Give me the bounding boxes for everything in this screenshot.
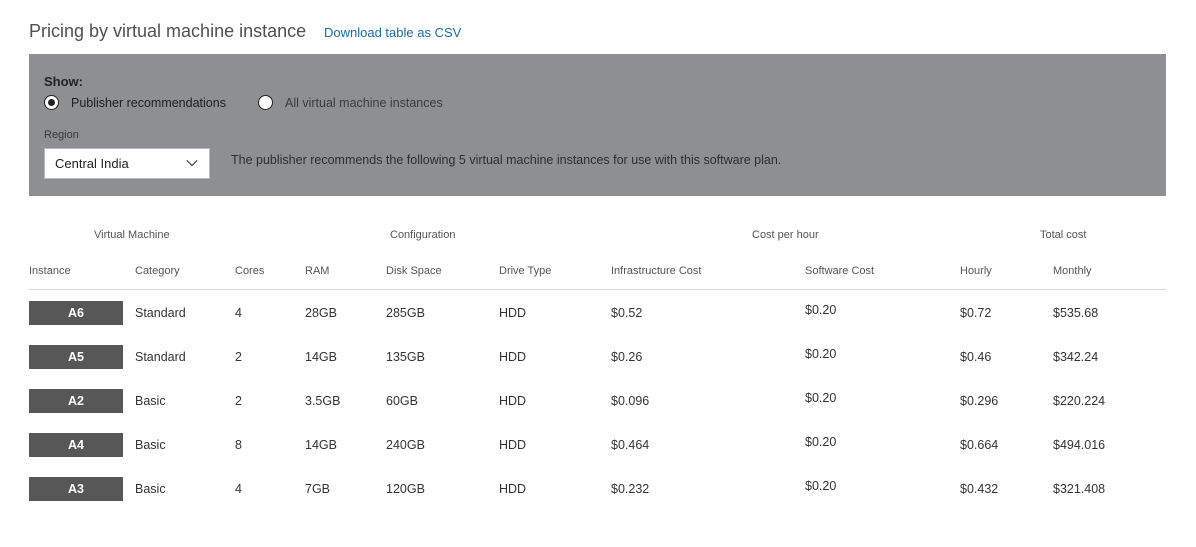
table-row: A3 Basic 4 7GB 120GB HDD $0.232 $0.20 $0… [0, 477, 1196, 501]
chevron-down-icon [186, 160, 198, 167]
table-row: A4 Basic 8 14GB 240GB HDD $0.464 $0.20 $… [0, 433, 1196, 457]
show-label: Show: [44, 74, 83, 89]
column-header-monthly: Monthly [1053, 265, 1092, 277]
software-cost-cell: $0.20 [805, 435, 837, 449]
disk-space-cell: 240GB [386, 438, 425, 452]
drive-type-cell: HDD [499, 438, 527, 452]
software-cost-cell: $0.20 [805, 347, 837, 361]
hourly-cost-cell: $0.296 [960, 394, 999, 408]
recommendation-text: The publisher recommends the following 5… [231, 153, 782, 167]
group-header-total-cost: Total cost [1040, 229, 1087, 241]
disk-space-cell: 135GB [386, 350, 425, 364]
monthly-cost-cell: $321.408 [1053, 482, 1106, 496]
infrastructure-cost-cell: $0.52 [611, 306, 643, 320]
monthly-cost-cell: $494.016 [1053, 438, 1106, 452]
ram-cell: 14GB [305, 438, 337, 452]
drive-type-cell: HDD [499, 482, 527, 496]
ram-cell: 28GB [305, 306, 337, 320]
category-cell: Basic [135, 482, 166, 496]
disk-space-cell: 120GB [386, 482, 425, 496]
hourly-cost-cell: $0.664 [960, 438, 999, 452]
cores-cell: 2 [235, 394, 242, 408]
monthly-cost-cell: $535.68 [1053, 306, 1099, 320]
cores-cell: 2 [235, 350, 242, 364]
monthly-cost-cell: $220.224 [1053, 394, 1106, 408]
drive-type-cell: HDD [499, 394, 527, 408]
group-header-virtual-machine: Virtual Machine [94, 229, 170, 241]
cores-cell: 4 [235, 482, 242, 496]
table-row: A2 Basic 2 3.5GB 60GB HDD $0.096 $0.20 $… [0, 389, 1196, 413]
region-label: Region [44, 129, 79, 141]
region-select[interactable]: Central India [44, 148, 210, 179]
column-header-hourly: Hourly [960, 265, 992, 277]
column-header-infrastructure-cost: Infrastructure Cost [611, 265, 702, 277]
instance-badge[interactable]: A6 [29, 301, 123, 325]
hourly-cost-cell: $0.46 [960, 350, 992, 364]
software-cost-cell: $0.20 [805, 391, 837, 405]
filter-panel: Show: Publisher recommendations All virt… [29, 54, 1166, 196]
radio-label: Publisher recommendations [71, 95, 226, 110]
column-header-software-cost: Software Cost [805, 265, 875, 277]
disk-space-cell: 285GB [386, 306, 425, 320]
drive-type-cell: HDD [499, 306, 527, 320]
category-cell: Basic [135, 438, 166, 452]
column-header-drive-type: Drive Type [499, 265, 552, 277]
group-header-cost-per-hour: Cost per hour [752, 229, 819, 241]
instance-badge[interactable]: A3 [29, 477, 123, 501]
monthly-cost-cell: $342.24 [1053, 350, 1099, 364]
header-divider [29, 289, 1166, 290]
radio-publisher-recommendations[interactable]: Publisher recommendations [44, 95, 226, 110]
cores-cell: 4 [235, 306, 242, 320]
instance-badge[interactable]: A5 [29, 345, 123, 369]
instance-badge[interactable]: A2 [29, 389, 123, 413]
radio-all-instances[interactable]: All virtual machine instances [258, 95, 443, 110]
instance-badge[interactable]: A4 [29, 433, 123, 457]
group-header-configuration: Configuration [390, 229, 456, 241]
software-cost-cell: $0.20 [805, 303, 837, 317]
hourly-cost-cell: $0.432 [960, 482, 999, 496]
software-cost-cell: $0.20 [805, 479, 837, 493]
cores-cell: 8 [235, 438, 242, 452]
ram-cell: 14GB [305, 350, 337, 364]
hourly-cost-cell: $0.72 [960, 306, 992, 320]
disk-space-cell: 60GB [386, 394, 418, 408]
download-csv-link[interactable]: Download table as CSV [324, 25, 461, 40]
infrastructure-cost-cell: $0.232 [611, 482, 650, 496]
drive-type-cell: HDD [499, 350, 527, 364]
infrastructure-cost-cell: $0.464 [611, 438, 650, 452]
category-cell: Standard [135, 306, 186, 320]
column-header-cores: Cores [235, 265, 265, 277]
radio-checked-icon[interactable] [44, 95, 59, 110]
column-header-disk-space: Disk Space [386, 265, 442, 277]
radio-unchecked-icon[interactable] [258, 95, 273, 110]
column-header-instance: Instance [29, 265, 71, 277]
category-cell: Standard [135, 350, 186, 364]
ram-cell: 3.5GB [305, 394, 341, 408]
table-row: A5 Standard 2 14GB 135GB HDD $0.26 $0.20… [0, 345, 1196, 369]
radio-label: All virtual machine instances [285, 95, 443, 110]
table-row: A6 Standard 4 28GB 285GB HDD $0.52 $0.20… [0, 301, 1196, 325]
category-cell: Basic [135, 394, 166, 408]
ram-cell: 7GB [305, 482, 331, 496]
infrastructure-cost-cell: $0.096 [611, 394, 650, 408]
page-title: Pricing by virtual machine instance [29, 21, 307, 41]
infrastructure-cost-cell: $0.26 [611, 350, 643, 364]
column-header-ram: RAM [305, 265, 330, 277]
region-value: Central India [55, 156, 129, 171]
column-header-category: Category [135, 265, 180, 277]
